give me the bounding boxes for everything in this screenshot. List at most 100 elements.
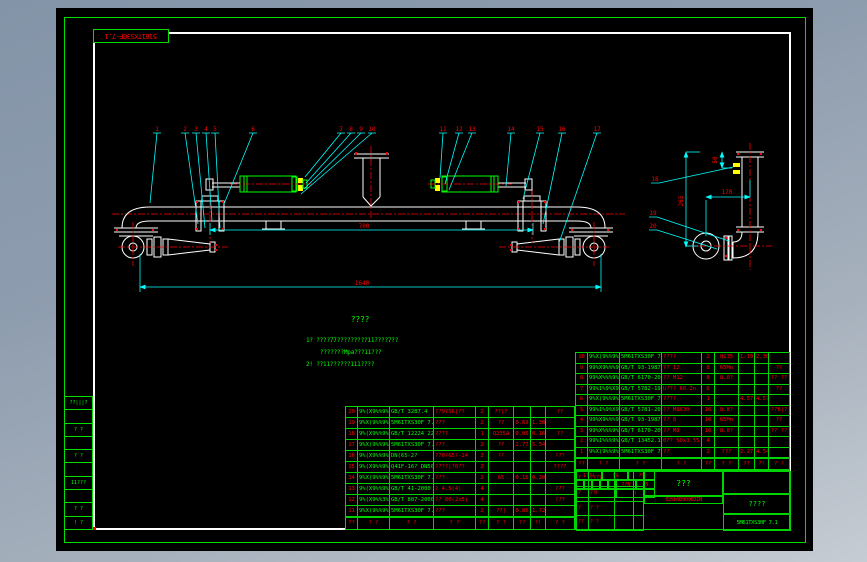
bom-cell-unit-weight [739, 374, 755, 384]
bom-cell-qty: 2 [702, 353, 715, 363]
bom-cell-total-weight [531, 484, 546, 494]
sig-cell: ? ? [589, 516, 615, 530]
bom-cell-total-weight: 2.38 [755, 353, 769, 363]
bom-cell-material: ?? [489, 451, 514, 461]
bom-cell-unit-weight [514, 484, 531, 494]
bom-cell-material: ?? [489, 440, 514, 450]
sig-cell: ? [615, 472, 634, 486]
code-box-label: 5161TXS30F-7.1 [104, 32, 157, 40]
bom-cell-spec: ??? [434, 506, 476, 516]
bom-cell-no: 7 [576, 384, 588, 394]
bom-row: 17 9%X(9%%9%M 5M61TXS30F 7.15 ??? 2 ?? 2… [346, 440, 574, 451]
bom-row: 20 9%(X9%%9%( GB/T 3287.4 ??9756|?? 2 ??… [346, 407, 574, 418]
sig-cell: ? [577, 501, 589, 516]
binding-margin-strip: ??|||? ? ? ? ? 11??? ? ? ! ? [64, 396, 93, 530]
bom-cell-name: GB/T 887-2000 [391, 495, 434, 505]
bom-header-no: ?? [346, 518, 358, 529]
bom-cell-remark [769, 353, 789, 363]
bom-cell-total-weight [755, 426, 769, 436]
bom-cell-code: 99%1%9%X9% [588, 405, 620, 415]
bom-cell-total-weight: 1.38 [532, 418, 546, 428]
bom-cell-name: 5M61TXS30F 7.1.1 [620, 447, 662, 457]
bom-cell-remark [546, 440, 574, 450]
bom-row: 9 99%X9%%%9? GB/T 93-1987 ?? 12 8 65Mn ?… [576, 363, 789, 374]
bom-cell-material: 8.8? [715, 405, 739, 415]
drawing-type-cell: ???? [723, 494, 791, 514]
bom-cell-unit-weight: 0.06 [514, 429, 531, 439]
bom-header-material: ? ? [715, 459, 739, 469]
signature-row: ? ???? ? [577, 472, 643, 487]
bom-header-qty: ?? [476, 518, 489, 529]
bom-cell-qty: 16 [702, 416, 715, 426]
bom-row: 2 99%1%%%9%X GB/T 13452.1-2005 0?? 50x3.… [576, 437, 789, 448]
dim-overall: 1640 [355, 280, 370, 287]
bom-cell-spec: ???? [662, 395, 702, 405]
bom-cell-material: 65Mn [715, 363, 739, 373]
dim-span: 700 [359, 223, 370, 230]
bom-row: 3 99%X%%%9%X GB/T 6170-2000 ?? M8 16 8.0… [576, 426, 789, 437]
bom-header-name: ? ? [390, 518, 434, 529]
bom-cell-name: 5M61TXS30F 7.14 [391, 506, 434, 516]
bom-cell-spec: ??? [434, 418, 476, 428]
bom-cell-total-weight [755, 405, 769, 415]
bom-cell-total-weight: 4.57 [755, 395, 769, 405]
bom-header-spec: ? ? [662, 459, 702, 469]
callout-14: 14 [507, 126, 515, 133]
bom-cell-unit-weight: 1.19 [739, 353, 755, 363]
bom-header-unit: ?? [514, 518, 531, 529]
bom-cell-remark: ?? ?? [770, 427, 788, 434]
sig-cell [634, 516, 643, 530]
callout-17: 17 [593, 126, 601, 133]
bom-cell-unit-weight: 0.69 [514, 418, 531, 428]
bom-cell-name: Q41F-16? DN50 [391, 462, 434, 472]
bom-cell-no: 19 [346, 418, 358, 428]
sig-cell: ?? [589, 486, 615, 501]
signature-row: ? ?? [577, 486, 643, 502]
bom-table-left: 20 9%(X9%%9%( GB/T 3287.4 ??9756|?? 2 ??… [345, 406, 575, 517]
bom-cell-unit-weight: 0.86 [514, 506, 531, 516]
bom-cell-spec: ??? [434, 440, 476, 450]
bom-cell-unit-weight [739, 363, 755, 373]
sig-cell [615, 516, 634, 530]
notes-line-1: 1? ????77?????????11????7?? [306, 337, 399, 344]
sig-cell: ?? [577, 516, 589, 530]
bom-cell-qty: 16 [702, 426, 715, 436]
company-cell [723, 471, 791, 494]
bom-cell-remark: ??? [555, 486, 565, 492]
bom-cell-no: 8 [576, 374, 588, 384]
callout-numbers: 1 2 3 4 5 6 7 8 9 10 11 12 13 14 15 16 1… [155, 126, 601, 133]
bom-cell-code: 9%(X9%%9%( [359, 462, 390, 472]
bom-cell-unit-weight [739, 405, 755, 415]
signature-row: ?? ? ? [577, 516, 643, 530]
bom-cell-code: 99%1%9%X9% [588, 384, 620, 394]
bom-cell-spec: ?? [662, 447, 702, 457]
bom-cell-total-weight: 1.72 [532, 506, 546, 516]
bom-cell-no: 5 [576, 405, 588, 415]
bom-cell-spec: ??0?65?-24 [434, 451, 476, 461]
bom-header-left: ?? ? ? ? ? ? ? ?? ? ? ?? ?! ? ? [345, 517, 575, 530]
bom-header-material: ? ? [489, 518, 514, 529]
bom-row: 5 99%1%9%X9% GB/T 5781-2000 ?? M8X30 16 … [576, 405, 789, 416]
bom-cell-code: 9%X(9%%9%M [588, 447, 620, 457]
bom-cell-code: 9%(X9%%3%( [359, 495, 390, 505]
bom-cell-spec: ?? 80(2x5) [434, 495, 476, 505]
bom-cell-spec: ?? M8 [662, 426, 702, 436]
bom-cell-name: GB/T 93-1987 [620, 416, 662, 426]
bom-cell-unit-weight [514, 495, 531, 505]
margin-cell: 11??? [65, 477, 92, 491]
bom-row: 18 9%(X9%%9%( GB/T 12224 22.?M? ???? 1 Q… [346, 429, 574, 440]
bom-header-remark: ? ? [555, 520, 565, 526]
bom-cell-total-weight [531, 451, 546, 461]
bom-cell-spec: U??? 60.2n [662, 384, 702, 394]
bom-cell-remark: ??? [555, 453, 565, 459]
bom-cell-qty: 1 [702, 395, 715, 405]
callout-13: 13 [468, 126, 476, 133]
bom-cell-material: 65 [489, 473, 514, 483]
bom-cell-total-weight [531, 462, 546, 472]
bom-cell-no: 17 [346, 440, 358, 450]
bom-cell-material [489, 495, 514, 505]
bom-row: 11 9%X(9%%9%M 5M61TXS30F 7.14 ??? 2 ??| … [346, 506, 574, 516]
bom-cell-unit-weight [739, 426, 755, 436]
bom-cell-remark [769, 395, 789, 405]
side-view-callouts: 18 19 20 [649, 166, 734, 250]
